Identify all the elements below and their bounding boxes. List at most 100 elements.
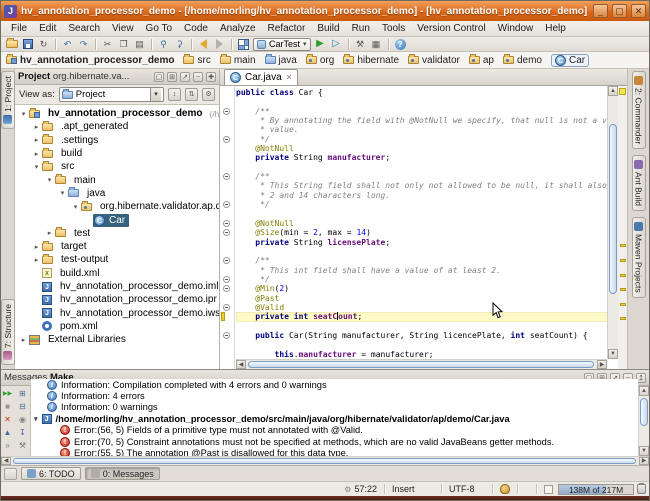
scroll-right-icon[interactable]: ▶ [639,457,649,465]
menu-build[interactable]: Build [311,22,345,35]
dock-mode-icon[interactable]: ⊞ [167,72,177,82]
tree-item-car[interactable]: CCar [15,213,219,226]
menu-analyze[interactable]: Analyze [214,22,262,35]
fold-marker-icon[interactable] [223,276,230,283]
code-line[interactable] [236,163,607,172]
collapse-all-icon[interactable]: ⇅ [185,88,198,101]
menu-code[interactable]: Code [178,22,214,35]
debug-icon[interactable]: ▷ [330,38,343,50]
toolwindow-toggle-icon[interactable] [4,468,17,480]
menu-go-to[interactable]: Go To [140,22,179,35]
code-line[interactable]: * This int field shall have a value of a… [236,266,607,275]
pin-icon[interactable]: ✚ [206,72,216,82]
scrollbar-thumb[interactable] [609,124,617,294]
cut-icon[interactable]: ✂ [101,38,114,50]
code-line[interactable]: @Size(min = 2, max = 14) [236,228,607,237]
save-icon[interactable] [21,38,34,50]
menu-run[interactable]: Run [346,22,376,35]
fold-marker-icon[interactable] [223,220,230,227]
code-line[interactable]: /** [236,256,607,265]
maximize-button[interactable]: ▢ [612,4,627,18]
message-row[interactable]: iInformation: 4 errors [31,390,638,401]
expanded-arrow-icon[interactable]: ▾ [19,110,28,118]
menu-tools[interactable]: Tools [376,22,411,35]
hide-warnings-icon[interactable]: ◉ [16,414,29,426]
error-stripe-mark[interactable] [620,259,626,262]
file-status-indicator[interactable] [619,88,626,95]
minimize-button[interactable]: _ [593,4,608,18]
collapsed-arrow-icon[interactable]: ▸ [32,123,41,131]
breadcrumb-hv_annotation_processor_demo[interactable]: hv_annotation_processor_demo [6,55,174,66]
code-area[interactable]: public class Car { /** * By annotating t… [236,88,607,359]
code-line[interactable] [236,322,607,331]
fold-marker-icon[interactable] [223,201,230,208]
code-line[interactable] [236,340,607,349]
scroll-to-source-icon[interactable]: ↕ [168,88,181,101]
fold-marker-icon[interactable] [223,257,230,264]
help-icon[interactable]: ? [394,38,407,50]
error-message-row[interactable]: !Error:(55, 5) The annotation @Past is d… [31,447,638,456]
code-line[interactable]: @Min(2) [236,284,607,293]
fold-marker-icon[interactable] [223,229,230,236]
code-line[interactable]: this.manufacturer = manufacturer; [236,350,607,359]
menu-refactor[interactable]: Refactor [262,22,312,35]
stop-icon[interactable]: ■ [1,401,14,413]
find-icon[interactable]: ⚲ [157,38,170,50]
tree-item-build.xml[interactable]: xbuild.xml [15,267,219,280]
tree-item-main[interactable]: ▾main [15,173,219,186]
tree-item-test[interactable]: ▸test [15,227,219,240]
error-stripe-mark[interactable] [620,303,626,306]
toolwindow-tab-project[interactable]: 1: Project [1,71,15,129]
tree-item-external libraries[interactable]: ▸External Libraries [15,333,219,346]
menu-edit[interactable]: Edit [33,22,62,35]
sync-icon[interactable]: ↻ [37,38,50,50]
error-message-row[interactable]: !Error:(70, 5) Constraint annotations mu… [31,436,638,447]
view-as-combo[interactable]: Project ▾ [59,87,164,102]
toolwindow-button--todo[interactable]: 6: TODO [21,467,81,480]
project-structure-icon[interactable]: ▦ [370,38,383,50]
forward-icon[interactable] [213,38,226,50]
menu-view[interactable]: View [106,22,140,35]
menu-file[interactable]: File [5,22,33,35]
scrollbar-thumb[interactable] [13,458,636,464]
tree-item-build[interactable]: ▸build [15,147,219,160]
breadcrumb-java[interactable]: java [265,55,297,66]
code-line[interactable] [236,247,607,256]
messages-vertical-scrollbar[interactable]: ▲ ▼ [638,386,649,456]
toolwindow-tab--commander[interactable]: 2: Commander [632,71,646,149]
close-button[interactable]: ✕ [631,4,646,18]
code-line[interactable]: @Valid [236,303,607,312]
tree-item-test-output[interactable]: ▸test-output [15,253,219,266]
scroll-down-icon[interactable]: ▼ [639,446,649,456]
expanded-arrow-icon[interactable]: ▾ [32,163,41,171]
tree-item-.apt_generated[interactable]: ▸.apt_generated [15,120,219,133]
settings-gear-icon[interactable]: ↗ [180,72,190,82]
replace-icon[interactable]: ⚳ [173,38,186,50]
code-line[interactable]: */ [236,275,607,284]
collapsed-arrow-icon[interactable]: ▸ [32,136,41,144]
redo-icon[interactable]: ↷ [77,38,90,50]
collapsed-arrow-icon[interactable]: ▸ [32,243,41,251]
code-line[interactable]: public class Car { [236,88,607,97]
fold-marker-icon[interactable] [223,285,230,292]
code-line[interactable]: * value. [236,125,607,134]
breadcrumb-hibernate[interactable]: hibernate [343,55,399,66]
collapsed-arrow-icon[interactable]: ▸ [32,150,41,158]
collapsed-arrow-icon[interactable]: ▸ [32,256,41,264]
breadcrumb-main[interactable]: main [220,55,256,66]
title-bar[interactable]: J hv_annotation_processor_demo - [/home/… [1,1,649,21]
menu-search[interactable]: Search [62,22,106,35]
readonly-toggle-cell[interactable] [539,485,558,494]
horizontal-scrollbar[interactable]: ◀ ▶ [236,359,607,369]
breadcrumb-src[interactable]: src [183,55,210,66]
editor-body[interactable]: public class Car { /** * By annotating t… [220,86,627,369]
code-line[interactable]: @Past [236,294,607,303]
error-stripe-mark[interactable] [620,244,626,247]
menu-version-control[interactable]: Version Control [411,22,491,35]
error-stripe-mark[interactable] [620,288,626,291]
code-line[interactable] [236,97,607,106]
code-line[interactable] [236,209,607,218]
fold-marker-icon[interactable] [223,108,230,115]
scroll-left-icon[interactable]: ◀ [236,360,246,369]
insert-mode-cell[interactable]: Insert [387,484,439,494]
